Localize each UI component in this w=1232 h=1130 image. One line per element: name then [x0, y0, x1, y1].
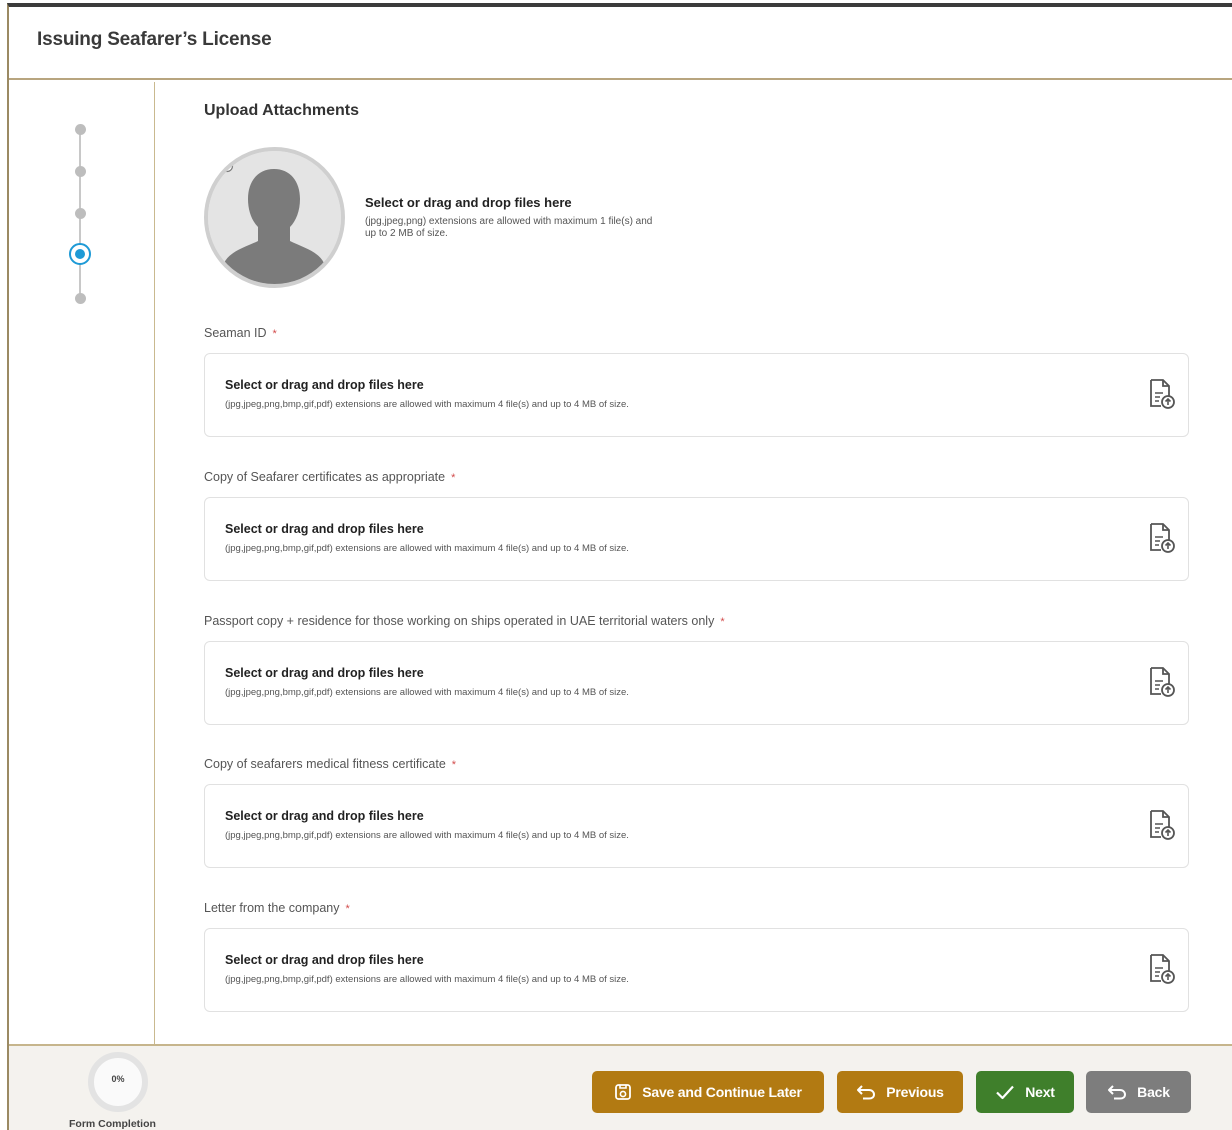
dropzone-hint: (jpg,jpeg,png,bmp,gif,pdf) extensions ar…: [225, 830, 629, 841]
page-header: Issuing Seafarer’s License: [9, 7, 1232, 80]
seaman-id-label: Seaman ID *: [204, 326, 277, 340]
dropzone-heading: Select or drag and drop files here: [225, 522, 424, 536]
page-title: Issuing Seafarer’s License: [37, 29, 272, 50]
company-letter-dropzone[interactable]: Select or drag and drop files here (jpg,…: [204, 928, 1189, 1012]
step-1[interactable]: [75, 124, 86, 135]
dropzone-hint: (jpg,jpeg,png,bmp,gif,pdf) extensions ar…: [225, 543, 629, 554]
dropzone-heading: Select or drag and drop files here: [225, 809, 424, 823]
dropzone-heading: Select or drag and drop files here: [225, 953, 424, 967]
required-mark: *: [451, 472, 456, 484]
save-icon: [615, 1084, 632, 1100]
seafarer-certificates-dropzone[interactable]: Select or drag and drop files here (jpg,…: [204, 497, 1189, 581]
seaman-id-dropzone[interactable]: Select or drag and drop files here (jpg,…: [204, 353, 1189, 437]
required-mark: *: [451, 759, 457, 771]
back-arrow-icon: [1108, 1085, 1127, 1100]
undo-arrow-icon: [857, 1085, 876, 1100]
passport-residence-label: Passport copy + residence for those work…: [204, 614, 725, 628]
step-3[interactable]: [75, 208, 86, 219]
medical-fitness-label: Copy of seafarers medical fitness certif…: [204, 757, 457, 771]
back-button-label: Back: [1137, 1084, 1170, 1100]
photo-upload-text[interactable]: Select or drag and drop files here (jpg,…: [365, 195, 665, 240]
section-title: Upload Attachments: [204, 102, 359, 119]
file-upload-icon[interactable]: [1148, 809, 1176, 841]
file-upload-icon[interactable]: [1148, 522, 1176, 554]
dropzone-hint: (jpg,jpeg,png,bmp,gif,pdf) extensions ar…: [225, 687, 629, 698]
form-footer: 0% Form Completion Save and Continue Lat…: [9, 1044, 1232, 1130]
dropzone-hint: (jpg,jpeg,png,bmp,gif,pdf) extensions ar…: [225, 974, 629, 985]
company-letter-label: Letter from the company *: [204, 901, 350, 915]
step-4-active[interactable]: [69, 243, 91, 265]
required-mark: *: [345, 903, 350, 915]
file-upload-icon[interactable]: [1148, 953, 1176, 985]
app-frame: Issuing Seafarer’s License Upload Attach…: [7, 3, 1232, 1130]
step-5[interactable]: [75, 293, 86, 304]
dropzone-heading: Select or drag and drop files here: [225, 378, 424, 392]
required-mark: *: [272, 328, 277, 340]
step-sidebar: [9, 82, 155, 1046]
file-upload-icon[interactable]: [1148, 378, 1176, 410]
back-button[interactable]: Back: [1086, 1071, 1191, 1113]
next-button-label: Next: [1025, 1084, 1055, 1100]
medical-fitness-dropzone[interactable]: Select or drag and drop files here (jpg,…: [204, 784, 1189, 868]
passport-residence-dropzone[interactable]: Select or drag and drop files here (jpg,…: [204, 641, 1189, 725]
required-mark: *: [720, 616, 725, 628]
file-upload-icon[interactable]: [1148, 666, 1176, 698]
dropzone-heading: Select or drag and drop files here: [225, 666, 424, 680]
form-completion-percent: 0%: [111, 1074, 125, 1084]
photo-upload-avatar[interactable]: [204, 147, 345, 288]
save-continue-later-button[interactable]: Save and Continue Later: [592, 1071, 824, 1113]
camera-add-icon: [209, 153, 234, 173]
checkmark-icon: [996, 1085, 1015, 1100]
dropzone-hint: (jpg,jpeg,png,bmp,gif,pdf) extensions ar…: [225, 399, 629, 410]
seafarer-certificates-label: Copy of Seafarer certificates as appropr…: [204, 470, 456, 484]
previous-button-label: Previous: [886, 1084, 944, 1100]
save-button-label: Save and Continue Later: [642, 1084, 802, 1100]
previous-button[interactable]: Previous: [837, 1071, 963, 1113]
step-2[interactable]: [75, 166, 86, 177]
form-completion-label: Form Completion: [69, 1118, 156, 1130]
photo-upload-hint: (jpg,jpeg,png) extensions are allowed wi…: [365, 216, 653, 239]
next-button[interactable]: Next: [976, 1071, 1074, 1113]
form-completion-ring: 0%: [88, 1052, 148, 1112]
photo-upload-heading: Select or drag and drop files here: [365, 195, 572, 210]
